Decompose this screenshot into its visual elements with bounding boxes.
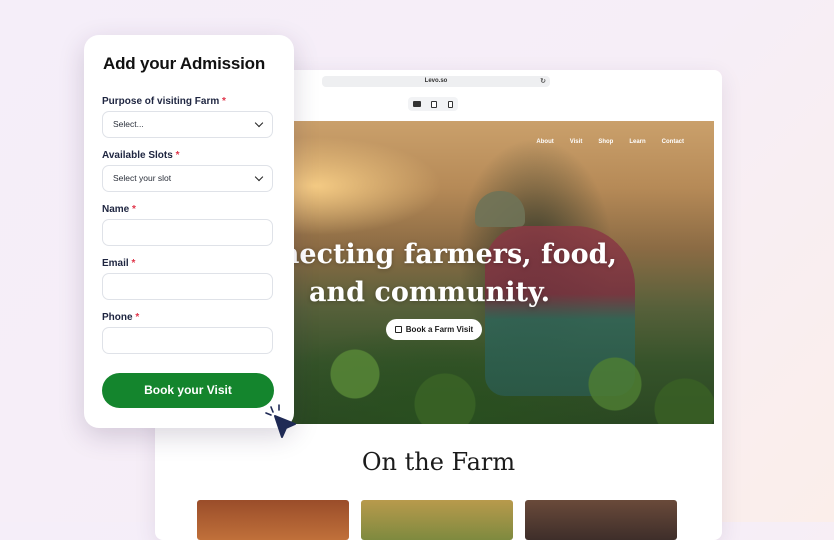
required-marker: * [175, 150, 180, 161]
slots-select[interactable]: Select your slot [102, 165, 273, 192]
email-input[interactable] [102, 273, 273, 300]
name-label: Name * [102, 204, 136, 215]
required-marker: * [222, 96, 226, 107]
email-label: Email * [102, 258, 135, 269]
slots-label: Available Slots * [102, 150, 179, 161]
slots-label-text: Available Slots [102, 150, 173, 161]
nav-about[interactable]: About [536, 139, 553, 145]
purpose-select-value: Select... [113, 119, 144, 129]
nav-learn[interactable]: Learn [629, 139, 645, 145]
address-bar[interactable]: Levo.so ↻ [322, 76, 550, 87]
chevron-down-icon [254, 118, 264, 128]
name-input[interactable] [102, 219, 273, 246]
tablet-icon[interactable] [431, 100, 438, 108]
address-url: Levo.so [424, 78, 448, 84]
book-your-visit-button[interactable]: Book your Visit [102, 373, 274, 408]
form-title: Add your Admission [103, 54, 266, 73]
farm-thumbnail[interactable] [197, 500, 349, 540]
device-switcher [408, 97, 458, 111]
nav-contact[interactable]: Contact [662, 139, 684, 145]
name-label-text: Name [102, 204, 130, 215]
book-farm-visit-label: Book a Farm Visit [405, 325, 474, 334]
chevron-down-icon [254, 172, 264, 182]
phone-input[interactable] [102, 327, 273, 354]
site-nav: About Visit Shop Learn Contact [536, 139, 684, 145]
phone-label-text: Phone [102, 312, 133, 323]
admission-form-card: Add your Admission Purpose of visiting F… [84, 35, 294, 428]
required-marker: * [131, 258, 136, 269]
purpose-label-text: Purpose of visiting Farm [102, 96, 220, 107]
phone-label: Phone * [102, 312, 139, 323]
purpose-select[interactable]: Select... [102, 111, 273, 138]
mobile-icon[interactable] [447, 100, 453, 108]
book-farm-visit-button[interactable]: Book a Farm Visit [386, 319, 482, 340]
desktop-icon[interactable] [413, 101, 422, 107]
calendar-icon [394, 326, 402, 333]
required-marker: * [135, 312, 140, 323]
purpose-label: Purpose of visiting Farm * [102, 96, 226, 107]
nav-visit[interactable]: Visit [570, 139, 583, 145]
farm-thumbnail[interactable] [361, 500, 513, 540]
reload-icon[interactable]: ↻ [540, 76, 546, 87]
click-cursor-icon [265, 404, 296, 438]
farmer-hat [475, 191, 525, 227]
slots-select-value: Select your slot [113, 173, 172, 183]
nav-shop[interactable]: Shop [598, 139, 613, 145]
section-title: On the Farm [361, 448, 516, 476]
email-label-text: Email [102, 258, 129, 269]
farm-thumbnail[interactable] [525, 500, 677, 540]
required-marker: * [132, 204, 136, 215]
